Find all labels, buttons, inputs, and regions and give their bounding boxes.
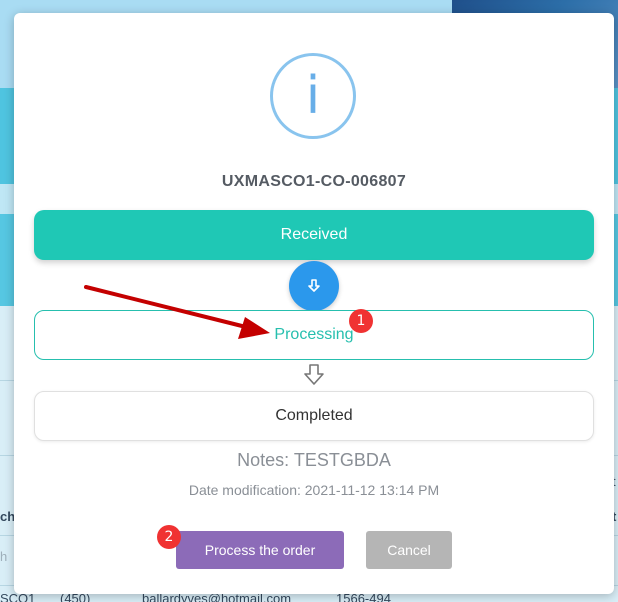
info-icon-glyph: i: [305, 66, 321, 126]
annotation-badge-2: 2: [157, 525, 181, 549]
button-label: Cancel: [387, 542, 431, 558]
cancel-button[interactable]: Cancel: [366, 531, 452, 569]
arrow-down-icon: [308, 279, 320, 292]
process-order-button[interactable]: Process the order: [176, 531, 344, 569]
step-completed[interactable]: Completed: [34, 391, 594, 441]
info-icon: i: [270, 53, 356, 139]
step-label: Completed: [275, 407, 353, 424]
table-filter-cell: h: [0, 549, 8, 564]
step-processing[interactable]: Processing: [34, 310, 594, 360]
advance-status-button[interactable]: [289, 261, 339, 311]
step-label: Received: [280, 226, 348, 243]
date-modification: Date modification: 2021-11-12 13:14 PM: [188, 482, 440, 498]
order-status-modal: i UXMASCO1-CO-006807 Received Processing…: [14, 13, 614, 594]
button-label: Process the order: [204, 542, 316, 558]
arrow-down-icon: [304, 364, 324, 385]
table-header-cell: ch: [0, 509, 16, 524]
annotation-badge-1: 1: [349, 309, 373, 333]
order-notes: Notes: TESTGBDA: [237, 450, 391, 470]
order-code: UXMASCO1-CO-006807: [221, 173, 407, 190]
step-received: Received: [34, 210, 594, 260]
step-label: Processing: [274, 326, 354, 343]
